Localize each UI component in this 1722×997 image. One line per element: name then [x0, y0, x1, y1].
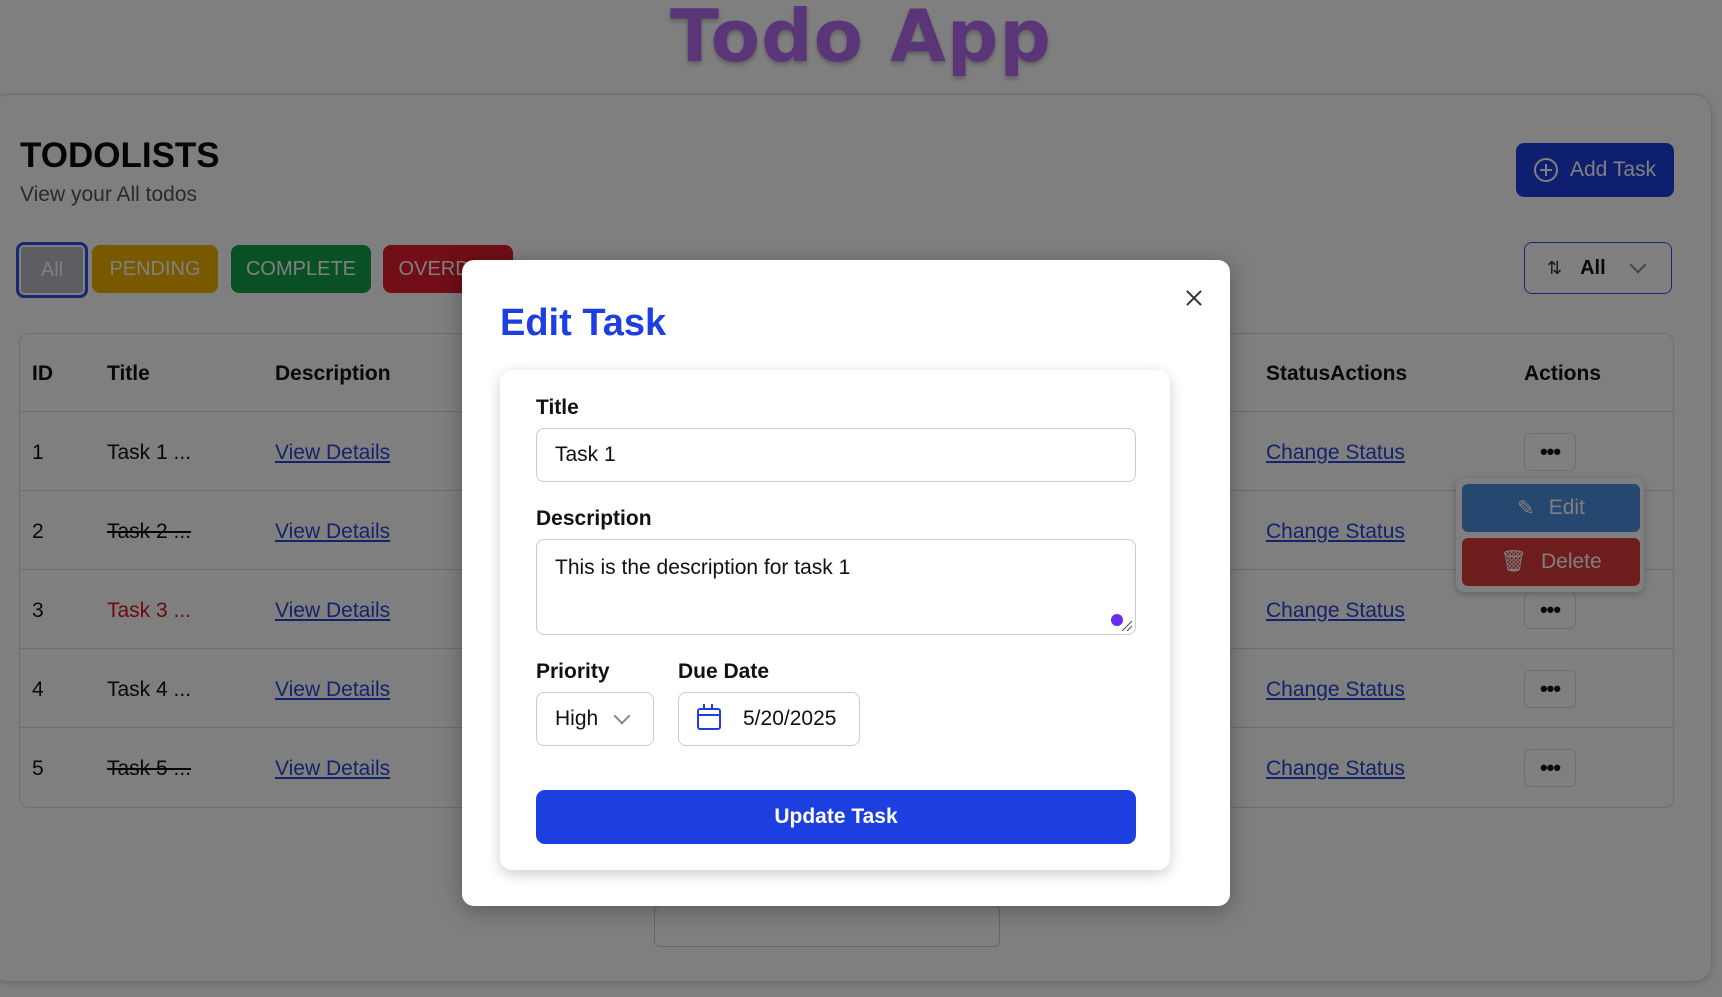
calendar-icon: [697, 704, 721, 730]
priority-select[interactable]: High: [536, 692, 654, 746]
description-textarea[interactable]: This is the description for task 1: [536, 539, 1136, 635]
title-label: Title: [536, 396, 579, 419]
title-input[interactable]: Task 1: [536, 428, 1136, 482]
edit-task-modal: Edit Task Title Task 1 Description This …: [462, 260, 1230, 906]
due-date-value: 5/20/2025: [743, 707, 837, 730]
due-date-picker[interactable]: 5/20/2025: [678, 692, 860, 746]
description-value: This is the description for task 1: [555, 556, 851, 579]
due-date-label: Due Date: [678, 660, 770, 683]
description-label: Description: [536, 507, 652, 530]
priority-label: Priority: [536, 660, 610, 683]
edit-task-form: Title Task 1 Description This is the des…: [500, 370, 1170, 870]
chevron-down-icon: [613, 707, 631, 725]
close-icon[interactable]: [1180, 284, 1208, 312]
priority-value: High: [555, 707, 599, 730]
modal-title: Edit Task: [500, 302, 667, 344]
resize-handle-icon[interactable]: [1122, 621, 1132, 631]
update-task-button[interactable]: Update Task: [536, 790, 1136, 844]
title-input-value: Task 1: [555, 443, 616, 466]
